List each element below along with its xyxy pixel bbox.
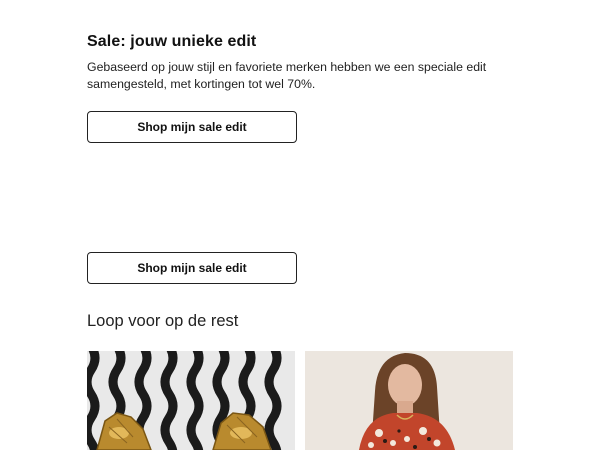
rest-section-title: Loop voor op de rest — [87, 312, 239, 330]
sale-headline: Sale: jouw unieke edit — [87, 33, 257, 50]
sale-description: Gebaseerd op jouw stijl en favoriete mer… — [87, 60, 487, 91]
shop-sale-edit-button-secondary[interactable]: Shop mijn sale edit — [87, 252, 297, 284]
product-card-earrings[interactable] — [87, 351, 295, 450]
shop-sale-edit-button[interactable]: Shop mijn sale edit — [87, 111, 297, 143]
model-image — [305, 351, 513, 450]
product-card-model[interactable] — [305, 351, 513, 450]
earrings-image — [87, 351, 295, 450]
